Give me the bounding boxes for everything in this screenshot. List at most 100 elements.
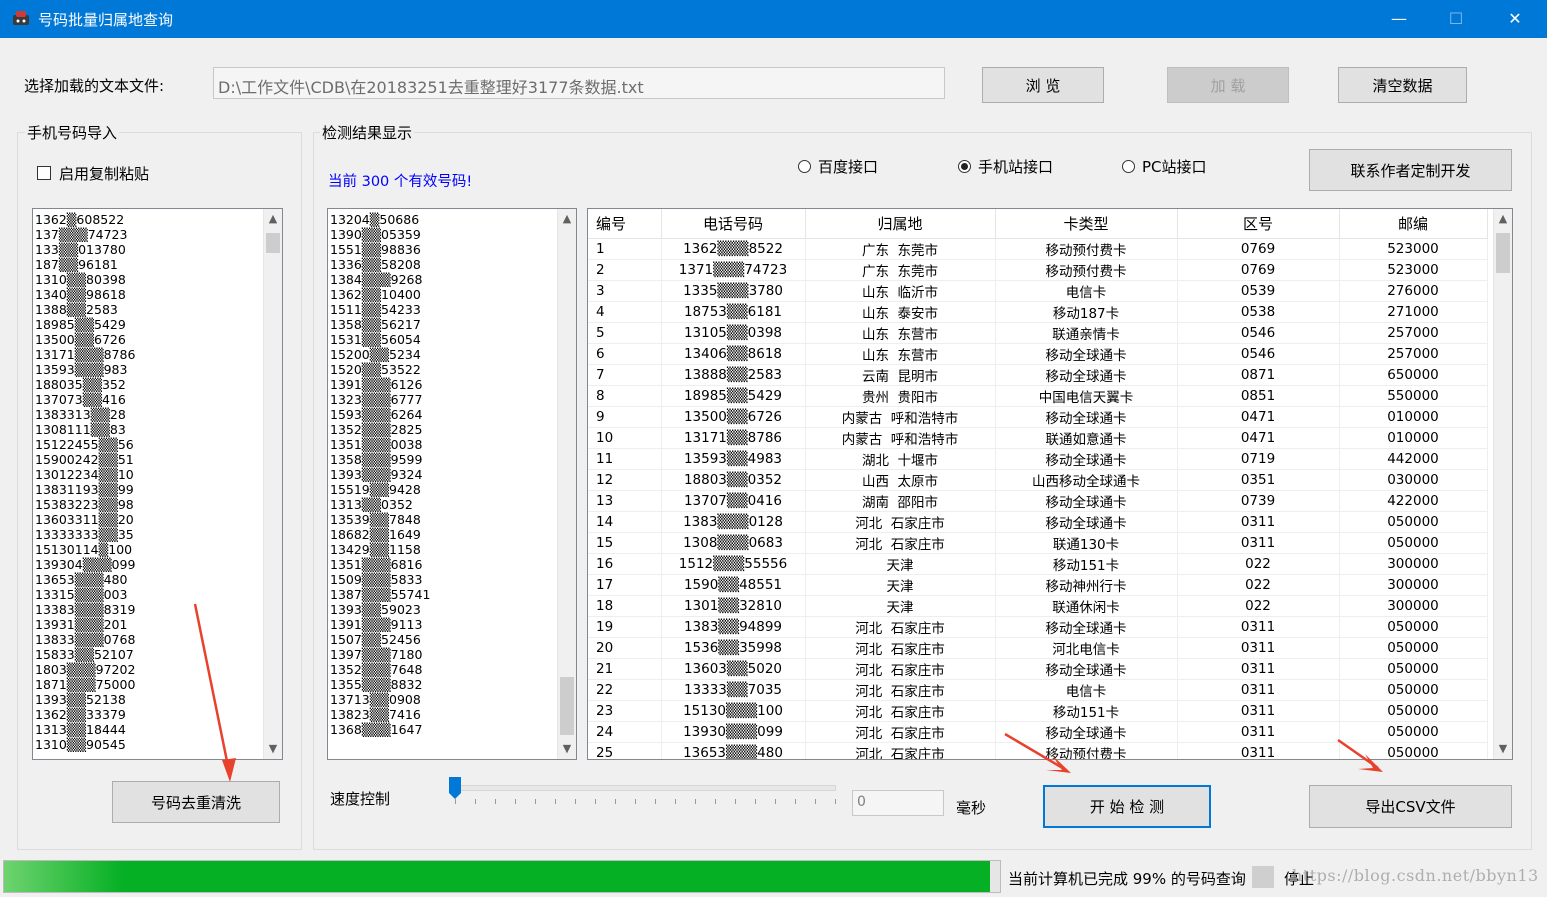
list-item[interactable]: 1393▒▒52138 bbox=[35, 692, 135, 707]
list-item[interactable]: 1531▒▒56054 bbox=[330, 332, 430, 347]
file-path-field[interactable]: D:\工作文件\CDB\在20183251去重整理好3177条数据.txt bbox=[213, 67, 945, 99]
list-item[interactable]: 1313▒▒18444 bbox=[35, 722, 135, 737]
list-item[interactable]: 13429▒▒1158 bbox=[330, 542, 430, 557]
scroll-up-icon[interactable]: ▲ bbox=[264, 212, 282, 225]
list-item[interactable]: 1308111▒▒83 bbox=[35, 422, 135, 437]
import-number-list[interactable]: 1362▒608522 137▒▒▒74723 133▒▒013780 187▒▒96… bbox=[32, 208, 283, 760]
column-header[interactable]: 卡类型 bbox=[995, 209, 1178, 239]
list-item[interactable]: 13833▒▒▒0768 bbox=[35, 632, 135, 647]
list-item[interactable]: 1362▒▒33379 bbox=[35, 707, 135, 722]
table-row[interactable]: 23 15130▒▒▒100 河北 石家庄市 移动151卡 0311 050000 bbox=[588, 700, 1488, 722]
list-item[interactable]: 13315▒▒▒003 bbox=[35, 587, 135, 602]
list-item[interactable]: 1368▒▒▒1647 bbox=[330, 722, 430, 737]
load-button[interactable]: 加 载 bbox=[1167, 67, 1289, 103]
list-item[interactable]: 1362▒▒10400 bbox=[330, 287, 430, 302]
list-item[interactable]: 1391▒▒▒6126 bbox=[330, 377, 430, 392]
table-row[interactable]: 20 1536▒▒35998 河北 石家庄市 河北电信卡 0311 050000 bbox=[588, 637, 1488, 659]
list-item[interactable]: 1593▒▒▒6264 bbox=[330, 407, 430, 422]
clear-data-button[interactable]: 清空数据 bbox=[1338, 67, 1467, 103]
table-row[interactable]: 14 1383▒▒▒0128 河北 石家庄市 移动全球通卡 0311 050000 bbox=[588, 511, 1488, 533]
maximize-button[interactable]: ☐ bbox=[1433, 0, 1479, 38]
list-item[interactable]: 15122455▒▒56 bbox=[35, 437, 135, 452]
list-item[interactable]: 13539▒▒7848 bbox=[330, 512, 430, 527]
list-item[interactable]: 13333333▒▒35 bbox=[35, 527, 135, 542]
table-row[interactable]: 24 13930▒▒▒099 河北 石家庄市 移动全球通卡 0311 050000 bbox=[588, 721, 1488, 743]
column-header[interactable]: 邮编 bbox=[1339, 209, 1488, 239]
scroll-up-icon[interactable]: ▲ bbox=[558, 212, 576, 225]
list-item[interactable]: 1393▒▒▒9324 bbox=[330, 467, 430, 482]
browse-button[interactable]: 浏 览 bbox=[982, 67, 1104, 103]
list-item[interactable]: 1352▒▒▒2825 bbox=[330, 422, 430, 437]
list-item[interactable]: 1391▒▒▒9113 bbox=[330, 617, 430, 632]
list-item[interactable]: 1310▒▒90545 bbox=[35, 737, 135, 752]
slider-thumb[interactable] bbox=[448, 776, 462, 800]
table-row[interactable]: 1 1362▒▒▒8522 广东 东莞市 移动预付费卡 0769 523000 bbox=[588, 238, 1488, 260]
table-row[interactable]: 18 1301▒▒32810 天津 联通休闲卡 022 300000 bbox=[588, 595, 1488, 617]
list-item[interactable]: 1387▒▒▒55741 bbox=[330, 587, 430, 602]
table-row[interactable]: 6 13406▒▒8618 山东 东营市 移动全球通卡 0546 257000 bbox=[588, 343, 1488, 365]
column-header[interactable]: 区号 bbox=[1177, 209, 1340, 239]
list-item[interactable]: 13713▒▒0908 bbox=[330, 692, 430, 707]
scroll-thumb[interactable] bbox=[560, 677, 574, 735]
list-item[interactable]: 13603311▒▒20 bbox=[35, 512, 135, 527]
scroll-thumb[interactable] bbox=[1496, 233, 1510, 273]
export-csv-button[interactable]: 导出CSV文件 bbox=[1309, 785, 1512, 828]
list-item[interactable]: 13204▒50686 bbox=[330, 212, 430, 227]
table-row[interactable]: 8 18985▒▒5429 贵州 贵阳市 中国电信天翼卡 0851 550000 bbox=[588, 385, 1488, 407]
list-item[interactable]: 13593▒▒▒983 bbox=[35, 362, 135, 377]
table-row[interactable]: 5 13105▒▒0398 山东 东营市 联通亲情卡 0546 257000 bbox=[588, 322, 1488, 344]
table-row[interactable]: 19 1383▒▒94899 河北 石家庄市 移动全球通卡 0311 050000 bbox=[588, 616, 1488, 638]
table-row[interactable]: 13 13707▒▒0416 湖南 邵阳市 移动全球通卡 0739 422000 bbox=[588, 490, 1488, 512]
list-item[interactable]: 1323▒▒▒6777 bbox=[330, 392, 430, 407]
list-item[interactable]: 187▒▒96181 bbox=[35, 257, 135, 272]
scroll-up-icon[interactable]: ▲ bbox=[1494, 212, 1512, 225]
list-item[interactable]: 1509▒▒▒5833 bbox=[330, 572, 430, 587]
list-item[interactable]: 15900242▒▒51 bbox=[35, 452, 135, 467]
minimize-button[interactable]: — bbox=[1376, 0, 1422, 38]
list-item[interactable]: 1351▒▒▒0038 bbox=[330, 437, 430, 452]
list-item[interactable]: 1397▒▒▒7180 bbox=[330, 647, 430, 662]
column-header[interactable]: 电话号码 bbox=[661, 209, 806, 239]
list-item[interactable]: 1507▒▒52456 bbox=[330, 632, 430, 647]
scroll-down-icon[interactable]: ▼ bbox=[264, 742, 282, 755]
list-item[interactable]: 1352▒▒▒7648 bbox=[330, 662, 430, 677]
radio-pc-interface[interactable]: PC站接口 bbox=[1122, 156, 1207, 177]
table-row[interactable]: 11 13593▒▒4983 湖北 十堰市 移动全球通卡 0719 442000 bbox=[588, 448, 1488, 470]
list-item[interactable]: 1551▒▒98836 bbox=[330, 242, 430, 257]
list-item[interactable]: 1803▒▒▒97202 bbox=[35, 662, 135, 677]
table-row[interactable]: 25 13653▒▒▒480 河北 石家庄市 移动预付费卡 0311 050000 bbox=[588, 742, 1488, 759]
list-item[interactable]: 1358▒▒▒9599 bbox=[330, 452, 430, 467]
speed-slider[interactable] bbox=[448, 776, 836, 809]
list-item[interactable]: 1511▒▒54233 bbox=[330, 302, 430, 317]
list-item[interactable]: 1310▒▒80398 bbox=[35, 272, 135, 287]
list-item[interactable]: 1383313▒▒28 bbox=[35, 407, 135, 422]
list-item[interactable]: 13831193▒▒99 bbox=[35, 482, 135, 497]
table-row[interactable]: 9 13500▒▒6726 内蒙古 呼和浩特市 移动全球通卡 0471 010000 bbox=[588, 406, 1488, 428]
table-row[interactable]: 12 18803▒▒0352 山西 太原市 山西移动全球通卡 0351 030000 bbox=[588, 469, 1488, 491]
list-item[interactable]: 137073▒▒416 bbox=[35, 392, 135, 407]
list-item[interactable]: 1871▒▒▒75000 bbox=[35, 677, 135, 692]
list-item[interactable]: 1355▒▒▒8832 bbox=[330, 677, 430, 692]
list-item[interactable]: 13653▒▒▒480 bbox=[35, 572, 135, 587]
table-row[interactable]: 15 1308▒▒▒0683 河北 石家庄市 联通130卡 0311 050000 bbox=[588, 532, 1488, 554]
list-item[interactable]: 133▒▒013780 bbox=[35, 242, 135, 257]
table-row[interactable]: 16 1512▒▒▒55556 天津 移动151卡 022 300000 bbox=[588, 553, 1488, 575]
table-row[interactable]: 4 18753▒▒6181 山东 泰安市 移动187卡 0538 271000 bbox=[588, 301, 1488, 323]
list-item[interactable]: 137▒▒▒74723 bbox=[35, 227, 135, 242]
list-item[interactable]: 1390▒▒05359 bbox=[330, 227, 430, 242]
list-item[interactable]: 139304▒▒▒099 bbox=[35, 557, 135, 572]
scroll-down-icon[interactable]: ▼ bbox=[558, 742, 576, 755]
table-row[interactable]: 22 13333▒▒7035 河北 石家庄市 电信卡 0311 050000 bbox=[588, 679, 1488, 701]
list-item[interactable]: 1362▒608522 bbox=[35, 212, 135, 227]
list-item[interactable]: 1313▒▒0352 bbox=[330, 497, 430, 512]
scroll-down-icon[interactable]: ▼ bbox=[1494, 742, 1512, 755]
table-row[interactable]: 3 1335▒▒▒3780 山东 临沂市 电信卡 0539 276000 bbox=[588, 280, 1488, 302]
dedupe-button[interactable]: 号码去重清洗 bbox=[112, 781, 280, 823]
list-item[interactable]: 18682▒▒1649 bbox=[330, 527, 430, 542]
valid-number-list[interactable]: 13204▒50686 1390▒▒05359 1551▒▒98836 1336▒▒5… bbox=[327, 208, 577, 760]
list-item[interactable]: 1358▒▒56217 bbox=[330, 317, 430, 332]
scroll-thumb[interactable] bbox=[266, 233, 280, 253]
list-item[interactable]: 13931▒▒▒201 bbox=[35, 617, 135, 632]
column-header[interactable]: 编号 bbox=[588, 209, 662, 239]
result-table[interactable]: 编号 电话号码 归属地 卡类型 区号 邮编 1 1362▒▒▒8522 广东 东莞市 移动预付费… bbox=[587, 208, 1513, 760]
